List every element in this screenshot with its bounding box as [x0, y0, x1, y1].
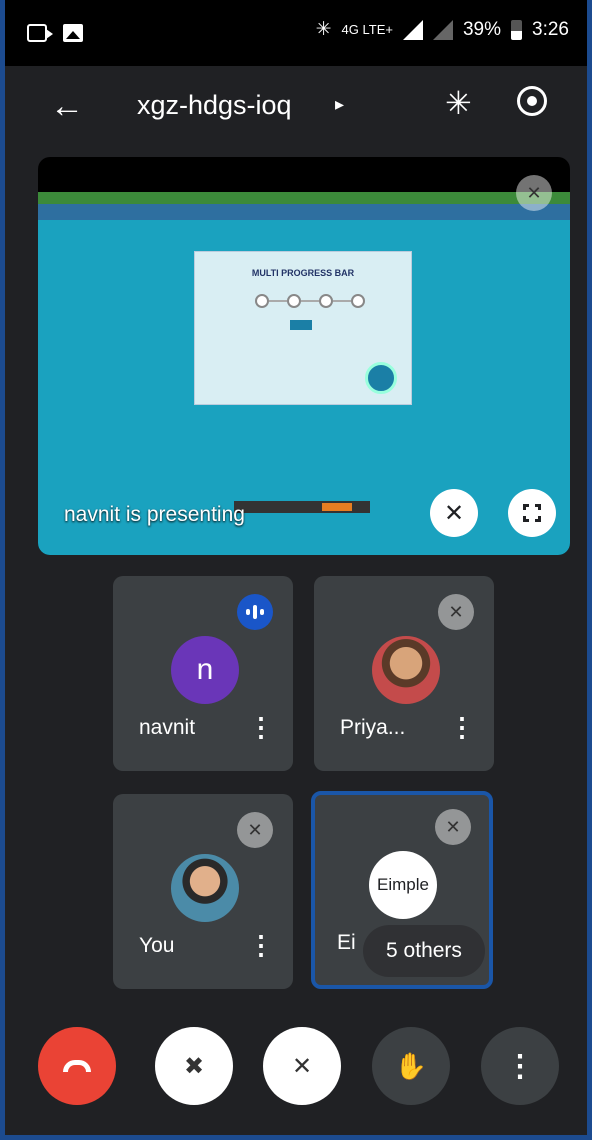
raise-hand-button[interactable]: ✋ — [372, 1027, 450, 1105]
more-vert-icon[interactable]: ⋮ — [248, 714, 274, 740]
battery-icon — [511, 19, 523, 40]
meeting-code[interactable]: xgz-hdgs-ioq — [137, 90, 292, 121]
shared-browser-tabs — [38, 192, 570, 204]
signal-icon — [402, 19, 423, 40]
mic-toggle-button[interactable]: ✕ — [263, 1027, 341, 1105]
shared-browser-toolbar — [38, 204, 570, 220]
meeting-header: ← xgz-hdgs-ioq ▸ ✳ — [5, 66, 587, 150]
mic-off-icon: ✕ — [237, 812, 273, 848]
avatar: n — [171, 636, 239, 704]
speaking-indicator-icon — [237, 594, 273, 630]
progress-steps — [255, 294, 365, 308]
mic-off-icon: ✕ — [291, 1052, 313, 1080]
end-call-button[interactable] — [38, 1027, 116, 1105]
unpin-icon[interactable]: ✕ — [430, 489, 478, 537]
image-notification-icon — [63, 24, 83, 42]
slide-fab — [365, 362, 397, 394]
shared-slide: MULTI PROGRESS BAR — [194, 251, 412, 405]
mic-off-icon: ✕ — [516, 175, 552, 211]
bluetooth-status-icon: ✳ — [315, 19, 332, 40]
camera-toggle-button[interactable]: ✖ — [155, 1027, 233, 1105]
participant-tile-priya[interactable]: ✕ Priya... ⋮ — [314, 576, 494, 771]
video-notification-icon — [27, 24, 53, 42]
participant-name: navnit — [139, 716, 196, 739]
network-type: 4G LTE+ — [341, 22, 393, 37]
fullscreen-icon — [523, 504, 541, 522]
participant-name: Priya... — [340, 716, 406, 739]
phone-hangup-icon — [63, 1060, 91, 1072]
participant-tile-others[interactable]: ✕ Eimple Ei 5 others — [311, 791, 493, 989]
avatar — [372, 636, 440, 704]
bluetooth-audio-icon[interactable]: ✳ — [445, 84, 472, 122]
presentation-tile[interactable]: MULTI PROGRESS BAR navnit is presenting … — [38, 157, 570, 555]
mic-off-icon: ✕ — [435, 809, 471, 845]
battery-percent: 39% — [462, 18, 502, 40]
chevron-right-icon[interactable]: ▸ — [335, 94, 344, 115]
raise-hand-icon: ✋ — [394, 1050, 428, 1081]
presenting-label: navnit is presenting — [64, 503, 245, 526]
more-vert-icon[interactable]: ⋮ — [248, 932, 274, 958]
presenting-toolbar-strip — [234, 501, 370, 513]
avatar — [171, 854, 239, 922]
avatar: Eimple — [369, 851, 437, 919]
participant-tile-you[interactable]: ✕ You ⋮ — [113, 794, 293, 989]
more-vert-icon[interactable]: ⋮ — [449, 714, 475, 740]
participant-name: Ei — [337, 931, 356, 954]
clock: 3:26 — [532, 18, 569, 40]
signal-2-icon — [432, 19, 453, 40]
more-vert-icon: ⋮ — [505, 1049, 535, 1083]
slide-button — [290, 320, 312, 330]
call-controls: ✖ ✕ ✋ ⋮ — [5, 1000, 587, 1140]
switch-camera-icon[interactable] — [517, 86, 547, 116]
participant-tile-navnit[interactable]: n navnit ⋮ — [113, 576, 293, 771]
back-arrow-icon[interactable]: ← — [50, 86, 84, 126]
others-count-pill[interactable]: 5 others — [363, 925, 485, 977]
more-options-button[interactable]: ⋮ — [481, 1027, 559, 1105]
fullscreen-button[interactable] — [508, 489, 556, 537]
camera-off-icon: ✖ — [183, 1052, 205, 1080]
participant-name: You — [139, 934, 175, 957]
status-bar: ✳ 4G LTE+ 39% 3:26 — [5, 0, 587, 66]
mic-off-icon: ✕ — [438, 594, 474, 630]
slide-title: MULTI PROGRESS BAR — [251, 268, 355, 278]
